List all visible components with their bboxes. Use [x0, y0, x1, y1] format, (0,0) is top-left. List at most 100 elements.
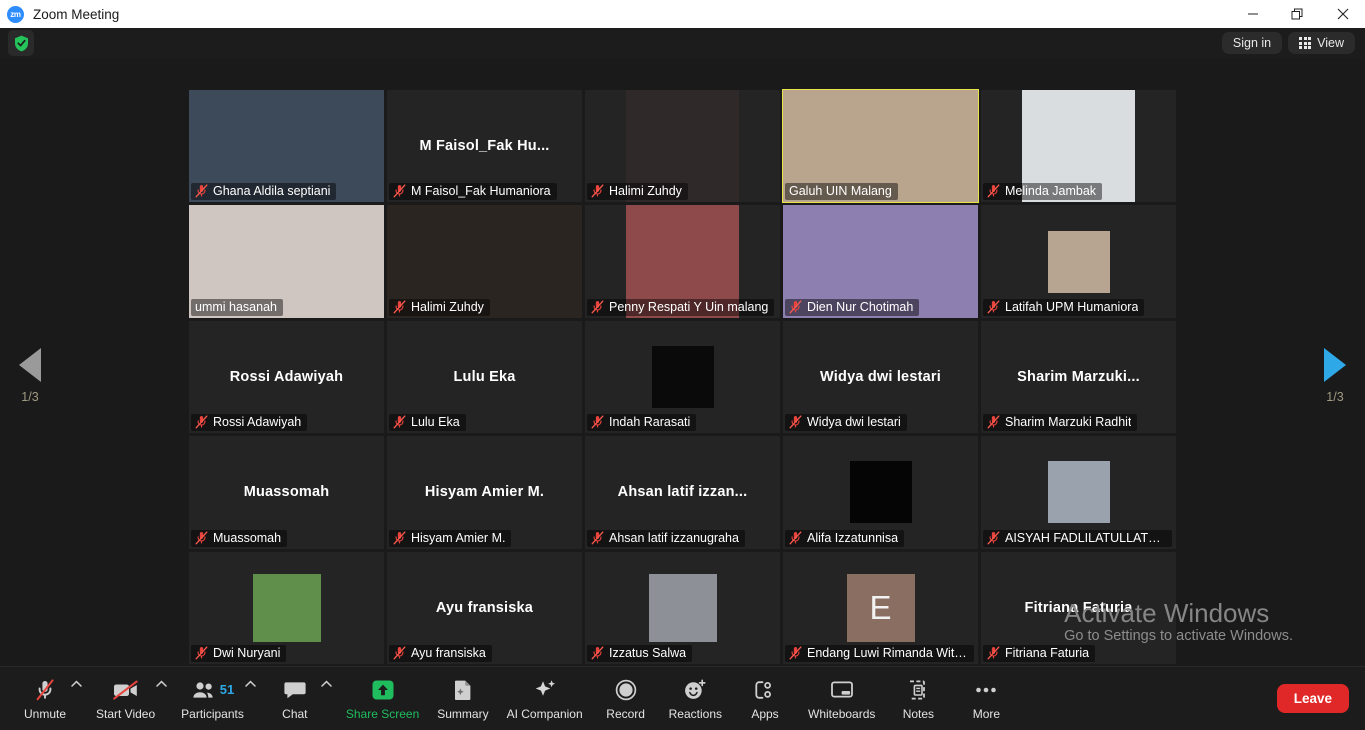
participant-tile[interactable]: ummi hasanah: [189, 205, 384, 317]
participant-name-badge: Ghana Aldila septiani: [191, 183, 336, 200]
toolbar-button-reactions[interactable]: Reactions: [663, 670, 728, 728]
chevron-right-icon: [1324, 348, 1346, 382]
maximize-button[interactable]: [1275, 0, 1320, 28]
participant-tile[interactable]: Halimi Zuhdy: [387, 205, 582, 317]
participant-name-badge: AISYAH FADLILATULLATHIIF...: [983, 530, 1172, 547]
participant-tile[interactable]: AISYAH FADLILATULLATHIIF...: [981, 436, 1176, 548]
participant-center-name: Lulu Eka: [447, 369, 521, 385]
participant-name-badge: Galuh UIN Malang: [785, 183, 898, 200]
participant-profile-photo: [850, 461, 912, 523]
next-page-button[interactable]: 1/3: [1305, 348, 1365, 404]
participant-tile[interactable]: Hisyam Amier M. Hisyam Amier M.: [387, 436, 582, 548]
participant-name-badge: Ahsan latif izzanugraha: [587, 530, 745, 547]
participant-name-label: M Faisol_Fak Humaniora: [411, 184, 551, 198]
mic-muted-icon: [789, 531, 802, 545]
participant-center-name: Ahsan latif izzan...: [612, 484, 754, 500]
mic-muted-icon: [987, 184, 1000, 198]
reactions-icon: [682, 677, 708, 703]
toolbar-button-label: More: [973, 707, 1000, 721]
participant-tile[interactable]: Muassomah Muassomah: [189, 436, 384, 548]
toolbar-button-participants[interactable]: 51Participants: [175, 670, 250, 728]
participant-tile[interactable]: Rossi Adawiyah Rossi Adawiyah: [189, 321, 384, 433]
mic-muted-icon: [591, 646, 604, 660]
toolbar-button-label: Share Screen: [346, 707, 419, 721]
participant-tile[interactable]: Widya dwi lestari Widya dwi lestari: [783, 321, 978, 433]
participant-name-badge: Sharim Marzuki Radhit: [983, 414, 1137, 431]
chevron-up-icon[interactable]: [245, 680, 256, 691]
mic-muted-icon: [393, 415, 406, 429]
participant-name-badge: Dwi Nuryani: [191, 645, 286, 662]
participant-name-label: Dwi Nuryani: [213, 646, 280, 660]
mic-muted-icon: [393, 300, 406, 314]
toolbar-button-apps[interactable]: Apps: [734, 670, 796, 728]
mic-muted-icon: [591, 531, 604, 545]
shield-check-icon: [14, 35, 29, 52]
leave-button[interactable]: Leave: [1277, 684, 1349, 713]
sign-in-button[interactable]: Sign in: [1222, 32, 1282, 54]
participant-name-label: Halimi Zuhdy: [411, 300, 484, 314]
participant-center-name: Ayu fransiska: [430, 600, 539, 616]
participant-gallery: Ghana Aldila septiani M Faisol_Fak Hu...…: [189, 90, 1176, 664]
toolbar-button-summary[interactable]: Summary: [431, 670, 494, 728]
toolbar-button-record[interactable]: Record: [595, 670, 657, 728]
toolbar-button-label: AI Companion: [507, 707, 583, 721]
participant-name-label: Halimi Zuhdy: [609, 184, 682, 198]
participant-tile[interactable]: Latifah UPM Humaniora: [981, 205, 1176, 317]
participant-tile[interactable]: Fitriana Faturia Fitriana Faturia: [981, 552, 1176, 664]
participant-tile[interactable]: Galuh UIN Malang: [783, 90, 978, 202]
participant-tile[interactable]: E Endang Luwi Rimanda Wita...: [783, 552, 978, 664]
mic-muted-icon: [591, 415, 604, 429]
participant-tile[interactable]: Lulu Eka Lulu Eka: [387, 321, 582, 433]
participant-center-name: M Faisol_Fak Hu...: [413, 138, 555, 154]
participant-tile[interactable]: Izzatus Salwa: [585, 552, 780, 664]
participant-name-label: Galuh UIN Malang: [789, 184, 892, 198]
participant-name-label: Alifa Izzatunnisa: [807, 531, 898, 545]
participant-name-label: Muassomah: [213, 531, 281, 545]
participant-tile[interactable]: Dwi Nuryani: [189, 552, 384, 664]
minimize-button[interactable]: [1230, 0, 1275, 28]
mic-muted-icon: [195, 415, 208, 429]
mic-muted-icon: [789, 646, 802, 660]
window-title: Zoom Meeting: [33, 7, 119, 22]
close-icon: [1337, 8, 1349, 20]
participant-name-label: AISYAH FADLILATULLATHIIF...: [1005, 531, 1166, 545]
toolbar-button-start-video[interactable]: Start Video: [90, 670, 161, 728]
participant-tile[interactable]: M Faisol_Fak Hu... M Faisol_Fak Humanior…: [387, 90, 582, 202]
toolbar-button-chat[interactable]: Chat: [264, 670, 326, 728]
participant-tile[interactable]: Dien Nur Chotimah: [783, 205, 978, 317]
participant-tile[interactable]: Ahsan latif izzan... Ahsan latif izzanug…: [585, 436, 780, 548]
participant-tile[interactable]: Sharim Marzuki... Sharim Marzuki Radhit: [981, 321, 1176, 433]
close-button[interactable]: [1320, 0, 1365, 28]
toolbar-button-unmute[interactable]: Unmute: [14, 670, 76, 728]
toolbar-button-more[interactable]: More: [955, 670, 1017, 728]
participant-name-label: Penny Respati Y Uin malang: [609, 300, 768, 314]
maximize-icon: [1291, 8, 1304, 21]
mic-muted-icon: [987, 531, 1000, 545]
participant-name-label: ummi hasanah: [195, 300, 277, 314]
toolbar-item-group: Unmute: [14, 670, 76, 728]
toolbar-button-ai-companion[interactable]: AI Companion: [501, 670, 589, 728]
participant-tile[interactable]: Ghana Aldila septiani: [189, 90, 384, 202]
meeting-security-button[interactable]: [8, 30, 34, 56]
participant-tile[interactable]: Melinda Jambak: [981, 90, 1176, 202]
toolbar-button-share-screen[interactable]: Share Screen: [340, 670, 425, 728]
participant-name-label: Dien Nur Chotimah: [807, 300, 913, 314]
participant-tile[interactable]: Halimi Zuhdy: [585, 90, 780, 202]
participant-name-label: Ayu fransiska: [411, 646, 486, 660]
toolbar-button-notes[interactable]: Notes: [887, 670, 949, 728]
view-button[interactable]: View: [1288, 32, 1355, 54]
camera-off-icon: [111, 677, 141, 703]
participant-name-badge: Alifa Izzatunnisa: [785, 530, 904, 547]
chevron-up-icon[interactable]: [156, 680, 167, 691]
toolbar-button-whiteboards[interactable]: Whiteboards: [802, 670, 881, 728]
participant-tile[interactable]: Alifa Izzatunnisa: [783, 436, 978, 548]
participant-tile[interactable]: Indah Rarasati: [585, 321, 780, 433]
previous-page-button[interactable]: 1/3: [0, 348, 60, 404]
participant-tile[interactable]: Penny Respati Y Uin malang: [585, 205, 780, 317]
participant-center-name: Fitriana Faturia: [1019, 600, 1139, 616]
chevron-up-icon[interactable]: [321, 680, 332, 691]
chevron-up-icon[interactable]: [71, 680, 82, 691]
video-stage: 1/3 1/3 Ghana Aldila septiani M Faisol_F…: [0, 58, 1365, 666]
participant-tile[interactable]: Ayu fransiska Ayu fransiska: [387, 552, 582, 664]
window-controls: [1230, 0, 1365, 28]
